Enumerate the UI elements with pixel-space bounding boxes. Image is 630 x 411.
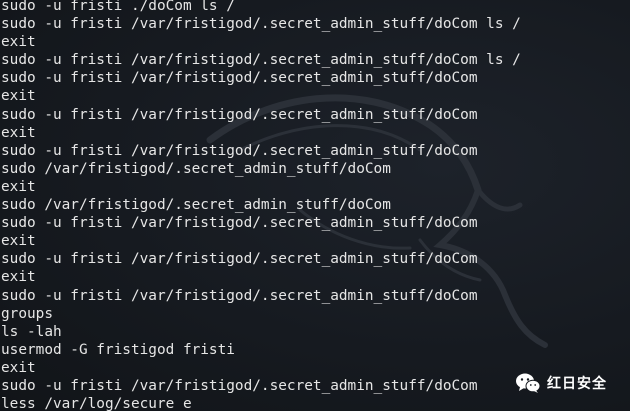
terminal-line: sudo -u fristi /var/fristigod/.secret_ad… xyxy=(1,52,521,69)
terminal-line: exit xyxy=(1,359,36,376)
terminal-window[interactable]: sudo -u fristi ./doCom ls / sudo -u fris… xyxy=(0,0,630,411)
terminal-line: sudo -u fristi /var/fristigod/.secret_ad… xyxy=(1,16,521,33)
terminal-line: ls -lah xyxy=(1,323,62,340)
terminal-line: sudo -u fristi /var/fristigod/.secret_ad… xyxy=(1,377,478,394)
watermark: 红日安全 xyxy=(515,371,613,395)
terminal-line: less /var/log/secure e xyxy=(1,396,192,411)
terminal-line: groups xyxy=(1,305,53,322)
terminal-line: sudo -u fristi /var/fristigod/.secret_ad… xyxy=(1,215,478,232)
terminal-line: exit xyxy=(1,34,36,51)
terminal-line: exit xyxy=(1,124,36,141)
terminal-line: sudo /var/fristigod/.secret_admin_stuff/… xyxy=(1,160,391,177)
terminal-history: sudo -u fristi ./doCom ls / sudo -u fris… xyxy=(1,0,521,411)
terminal-line: sudo -u fristi /var/fristigod/.secret_ad… xyxy=(1,106,478,123)
watermark-label: 红日安全 xyxy=(547,376,607,392)
terminal-line: exit xyxy=(1,88,36,105)
terminal-line: exit xyxy=(1,269,36,286)
terminal-line: exit xyxy=(1,233,36,250)
terminal-line: sudo /var/fristigod/.secret_admin_stuff/… xyxy=(1,197,391,214)
terminal-line: sudo -u fristi /var/fristigod/.secret_ad… xyxy=(1,70,478,87)
terminal-line: sudo -u fristi /var/fristigod/.secret_ad… xyxy=(1,142,478,159)
wechat-icon xyxy=(516,373,541,393)
terminal-line: exit xyxy=(1,178,36,195)
terminal-line: sudo -u fristi /var/fristigod/.secret_ad… xyxy=(1,287,478,304)
terminal-line: sudo -u fristi ./doCom ls / xyxy=(1,0,235,14)
terminal-line: usermod -G fristigod fristi xyxy=(1,341,235,358)
terminal-line: sudo -u fristi /var/fristigod/.secret_ad… xyxy=(1,251,478,268)
